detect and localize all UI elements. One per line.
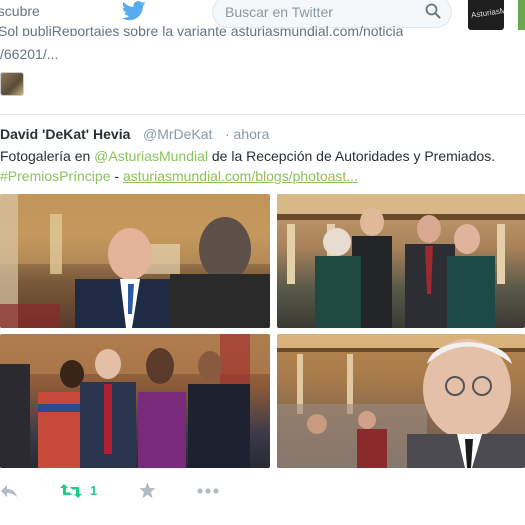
favorite-star-icon[interactable]: [139, 482, 156, 499]
more-options-icon[interactable]: [197, 488, 219, 494]
retweet-icon[interactable]: [60, 483, 82, 499]
right-edge-widget: [518, 0, 525, 30]
previous-tweet-media-thumbnail[interactable]: [0, 72, 24, 96]
tweet-author-handle[interactable]: @MrDeKat: [143, 126, 212, 142]
photo-2-scene: [277, 194, 525, 328]
photo-4-scene: [277, 334, 525, 468]
tweet-text-part: Fotogalería en: [0, 148, 95, 164]
photo-1-scene: [0, 194, 270, 328]
photo-3-scene: [0, 334, 270, 468]
tweet-text: Fotogalería en @AsturiasMundial de la Re…: [0, 146, 525, 186]
search-icon[interactable]: [425, 3, 441, 19]
tweet-photo-4[interactable]: [277, 334, 525, 468]
twitter-bird-icon[interactable]: [122, 1, 146, 21]
tweet-author-name[interactable]: David 'DeKat' Hevia: [0, 126, 130, 142]
url-link[interactable]: asturiasmundial.com/blogs/photoast...: [123, 168, 358, 184]
previous-tweet-link[interactable]: /66201/...: [0, 46, 58, 62]
tweet-photo-1[interactable]: [0, 194, 270, 328]
tweet-photo-2[interactable]: [277, 194, 525, 328]
hashtag-link[interactable]: #PremiosPríncipe: [0, 168, 111, 184]
search-input[interactable]: [225, 4, 425, 20]
nav-descubre-link[interactable]: escubre: [0, 3, 40, 19]
tweet-actions-bar: 1: [0, 478, 525, 508]
tweet-timestamp[interactable]: · ahora: [225, 126, 269, 142]
previous-tweet-text: Sol publiReportajes sobre la variante as…: [0, 26, 404, 36]
account-logo-text: AsturiasMu: [470, 5, 504, 20]
account-avatar[interactable]: AsturiasMu: [468, 0, 504, 30]
reply-icon[interactable]: [0, 483, 18, 499]
search-box[interactable]: [212, 0, 452, 28]
tweet-text-part: de la Recepción de Autoridades y Premiad…: [207, 148, 496, 164]
tweet-photo-3[interactable]: [0, 334, 270, 468]
tweet-divider: [0, 114, 525, 115]
mention-link[interactable]: @AsturiasMundial: [94, 148, 208, 164]
retweet-count: 1: [90, 483, 98, 498]
tweet-text-separator: -: [110, 168, 123, 184]
